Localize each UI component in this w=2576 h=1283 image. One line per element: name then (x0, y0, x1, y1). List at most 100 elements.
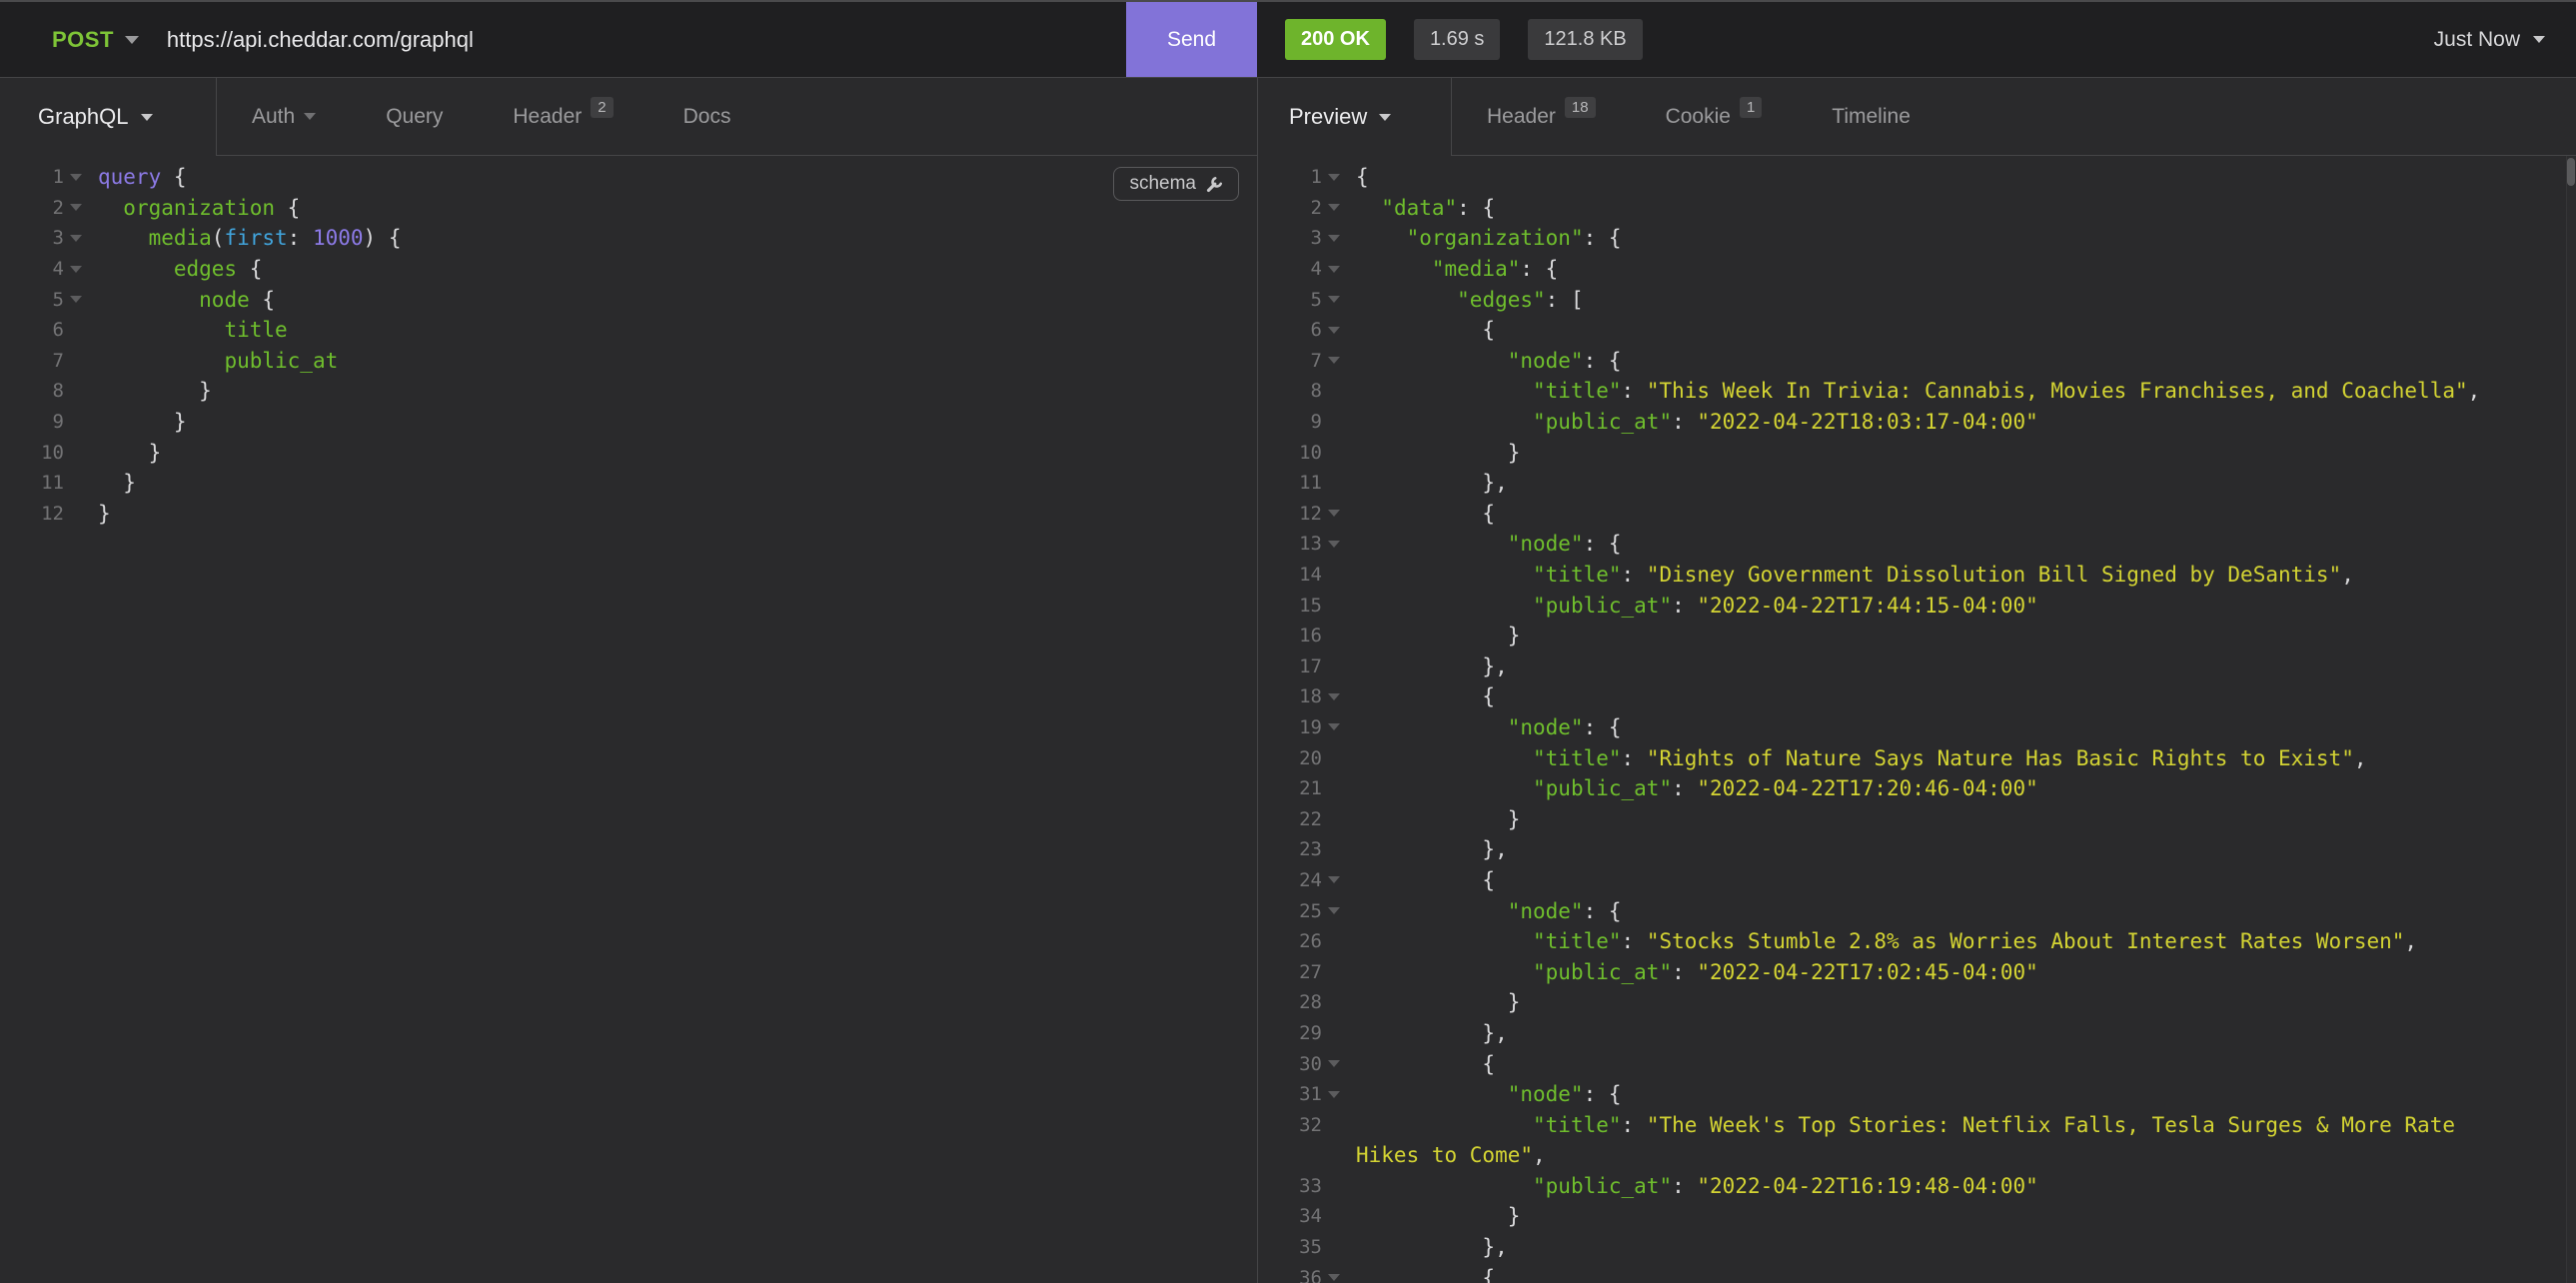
fold-toggle-icon[interactable] (64, 266, 88, 273)
code-text: } (1346, 990, 1520, 1014)
code-text: "media": { (1346, 257, 1558, 281)
fold-toggle-icon[interactable] (1322, 541, 1346, 548)
line-number: 15 (1258, 595, 1322, 617)
send-button[interactable]: Send (1126, 2, 1257, 77)
code-text: edges { (88, 257, 262, 281)
code-line: 10 } (0, 437, 1257, 468)
code-line: 11 }, (1258, 468, 2576, 499)
code-text: "public_at": "2022-04-22T17:44:15-04:00" (1346, 594, 2038, 618)
line-number: 23 (1258, 838, 1322, 860)
code-text: }, (1346, 1235, 1508, 1259)
fold-toggle-icon[interactable] (1322, 204, 1346, 211)
code-text: { (1346, 1052, 1495, 1076)
line-number: 31 (1258, 1083, 1322, 1105)
scrollbar-thumb[interactable] (2567, 158, 2575, 186)
tab-response-header[interactable]: Header 18 (1452, 78, 1631, 155)
code-text: "public_at": "2022-04-22T16:19:48-04:00" (1346, 1174, 2038, 1198)
scrollbar-track[interactable] (2566, 156, 2576, 1283)
tab-auth[interactable]: Auth (217, 78, 351, 155)
chevron-down-icon (2533, 36, 2545, 43)
fold-toggle-icon[interactable] (1322, 1091, 1346, 1098)
code-line: 13 "node": { (1258, 529, 2576, 560)
code-text: "title": "This Week In Trivia: Cannabis,… (1346, 379, 2480, 403)
tab-label: Timeline (1832, 105, 1911, 129)
code-text: title (88, 318, 288, 342)
tab-header[interactable]: Header 2 (478, 78, 647, 155)
fold-toggle-icon[interactable] (64, 296, 88, 303)
tab-docs[interactable]: Docs (648, 78, 766, 155)
request-bar-left: POST https://api.cheddar.com/graphql Sen… (0, 2, 1257, 77)
preview-mode-dropdown[interactable]: Preview (1258, 78, 1452, 156)
fold-toggle-icon[interactable] (1322, 1274, 1346, 1281)
request-bar: POST https://api.cheddar.com/graphql Sen… (0, 2, 2576, 78)
fold-toggle-icon[interactable] (1322, 296, 1346, 303)
code-line: 19 "node": { (1258, 712, 2576, 743)
code-text: "title": "The Week's Top Stories: Netfli… (1346, 1113, 2455, 1137)
fold-toggle-icon[interactable] (1322, 693, 1346, 700)
line-number: 8 (1258, 380, 1322, 402)
schema-button[interactable]: schema (1113, 167, 1239, 201)
line-number: 20 (1258, 747, 1322, 769)
code-text: }, (1346, 1021, 1508, 1045)
graphql-query-editor[interactable]: 1query {2 organization {3 media(first: 1… (0, 156, 1257, 529)
fold-toggle-icon[interactable] (64, 174, 88, 181)
fold-toggle-icon[interactable] (1322, 266, 1346, 273)
body-type-dropdown[interactable]: GraphQL (0, 78, 217, 156)
code-text: } (1346, 1204, 1520, 1228)
code-text: "edges": [ (1346, 288, 1584, 312)
fold-toggle-icon[interactable] (1322, 1060, 1346, 1067)
code-text: "public_at": "2022-04-22T18:03:17-04:00" (1346, 410, 2038, 434)
history-dropdown[interactable]: Just Now (2434, 28, 2576, 52)
code-text: Hikes to Come", (1346, 1143, 1546, 1167)
line-number: 4 (0, 258, 64, 280)
tab-timeline[interactable]: Timeline (1797, 78, 1945, 155)
code-line: Hikes to Come", (1258, 1140, 2576, 1171)
fold-toggle-icon[interactable] (1322, 357, 1346, 364)
line-number: 28 (1258, 991, 1322, 1013)
code-line: 2 "data": { (1258, 193, 2576, 224)
line-number: 22 (1258, 808, 1322, 830)
code-line: 4 edges { (0, 254, 1257, 285)
code-line: 27 "public_at": "2022-04-22T17:02:45-04:… (1258, 956, 2576, 987)
fold-toggle-icon[interactable] (1322, 174, 1346, 181)
line-number: 10 (1258, 442, 1322, 464)
line-number: 34 (1258, 1205, 1322, 1227)
fold-toggle-icon[interactable] (1322, 510, 1346, 517)
fold-toggle-icon[interactable] (64, 204, 88, 211)
time-badge: 1.69 s (1414, 19, 1500, 60)
fold-toggle-icon[interactable] (1322, 723, 1346, 730)
code-text: { (1346, 1266, 1495, 1283)
code-line: 32 "title": "The Week's Top Stories: Net… (1258, 1109, 2576, 1140)
code-text: }, (1346, 471, 1508, 495)
code-line: 2 organization { (0, 193, 1257, 224)
code-line: 34 } (1258, 1201, 2576, 1232)
code-line: 30 { (1258, 1048, 2576, 1079)
fold-toggle-icon[interactable] (64, 235, 88, 242)
fold-toggle-icon[interactable] (1322, 235, 1346, 242)
fold-toggle-icon[interactable] (1322, 907, 1346, 914)
tab-query[interactable]: Query (351, 78, 478, 155)
tab-label: Header (513, 105, 582, 129)
code-text: "node": { (1346, 532, 1622, 556)
tab-cookie[interactable]: Cookie 1 (1631, 78, 1798, 155)
code-text: { (1346, 165, 1369, 189)
chevron-down-icon (1379, 114, 1391, 121)
request-tab-list: Auth Query Header 2 Docs (217, 78, 1257, 156)
code-line: 1query { (0, 162, 1257, 193)
fold-toggle-icon[interactable] (1322, 327, 1346, 334)
tab-row: GraphQL Auth Query Header 2 Docs (0, 78, 2576, 156)
code-line: 10 } (1258, 437, 2576, 468)
status-badge: 200 OK (1285, 19, 1386, 60)
url-input[interactable]: https://api.cheddar.com/graphql (167, 27, 474, 53)
main-panels: 1query {2 organization {3 media(first: 1… (0, 156, 2576, 1283)
fold-toggle-icon[interactable] (1322, 876, 1346, 883)
code-text: "node": { (1346, 899, 1622, 923)
code-text: }, (1346, 654, 1508, 678)
code-text: "node": { (1346, 1082, 1622, 1106)
method-dropdown[interactable]: POST (0, 27, 139, 53)
tab-label: Auth (252, 105, 295, 129)
line-number: 7 (0, 350, 64, 372)
response-json-view[interactable]: 1{2 "data": {3 "organization": {4 "media… (1258, 156, 2576, 1283)
code-line: 6 { (1258, 315, 2576, 346)
line-number: 19 (1258, 716, 1322, 738)
